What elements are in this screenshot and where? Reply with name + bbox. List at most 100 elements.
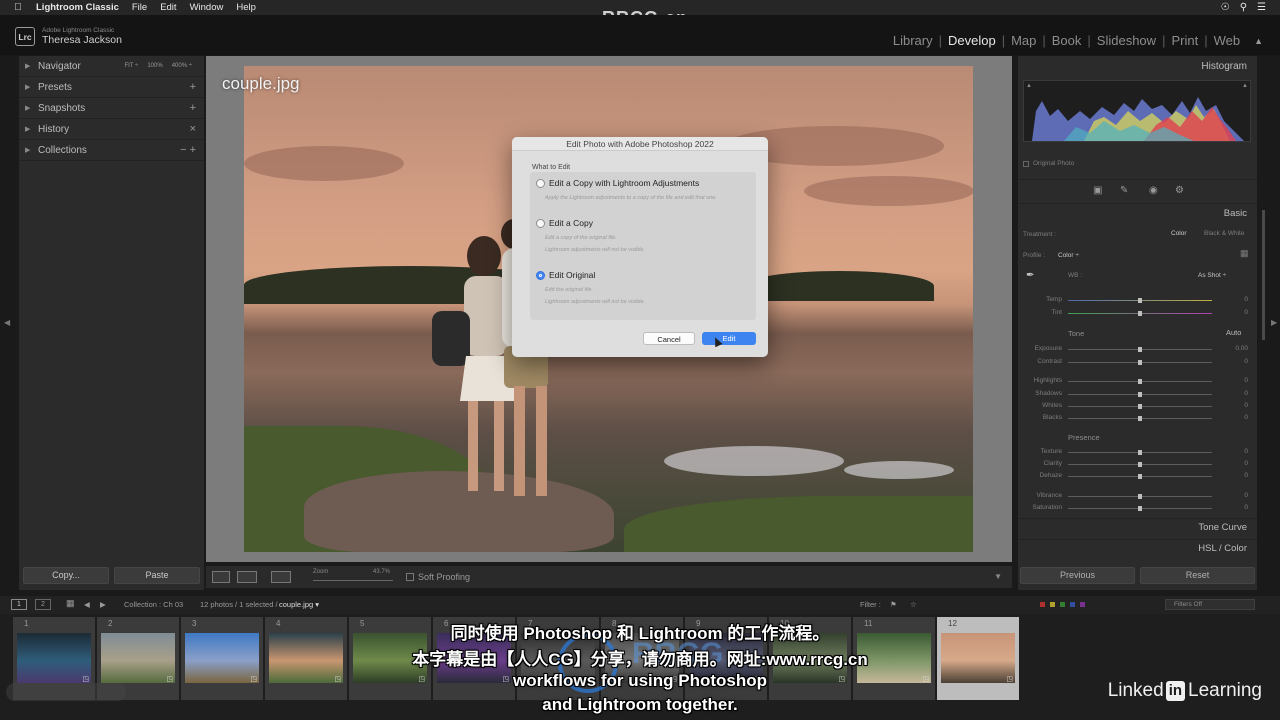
slider-knob[interactable]: [1138, 404, 1142, 409]
treatment-bw[interactable]: Black & White: [1204, 230, 1244, 237]
slider-value[interactable]: 0: [1218, 448, 1248, 455]
crop-tool-icon[interactable]: ▣: [1093, 185, 1102, 196]
purple-label-filter[interactable]: [1080, 602, 1085, 607]
red-label-filter[interactable]: [1040, 602, 1045, 607]
menu-file[interactable]: File: [132, 2, 147, 13]
back-arrow-icon[interactable]: ◀: [84, 600, 90, 609]
radio-unchecked-icon[interactable]: [536, 178, 545, 188]
before-after-lr-icon[interactable]: [237, 571, 257, 583]
flag-filter-icon[interactable]: ⚑: [890, 600, 897, 609]
original-photo-checkbox[interactable]: [1023, 161, 1029, 167]
nav-fit[interactable]: FIT ÷: [124, 63, 138, 69]
module-map[interactable]: Map: [1005, 33, 1042, 48]
treatment-color[interactable]: Color: [1171, 230, 1187, 237]
highlight-clip-icon[interactable]: ▲: [1242, 83, 1248, 89]
option-edit-original[interactable]: Edit Original: [536, 270, 595, 280]
clear-history-button[interactable]: ×: [190, 123, 196, 135]
slider-knob[interactable]: [1138, 450, 1142, 455]
forward-arrow-icon[interactable]: ▶: [100, 600, 106, 609]
copy-button[interactable]: Copy...: [23, 567, 109, 584]
profile-dropdown[interactable]: Color ÷: [1058, 252, 1079, 259]
nav-400[interactable]: 400% ÷: [172, 63, 192, 69]
edit-button[interactable]: Edit: [702, 332, 756, 345]
app-menu[interactable]: Lightroom Classic: [36, 2, 119, 13]
yellow-label-filter[interactable]: [1050, 602, 1055, 607]
right-panel-scrollbar[interactable]: [1262, 210, 1265, 340]
cancel-button[interactable]: Cancel: [643, 332, 695, 345]
module-library[interactable]: Library: [887, 33, 939, 48]
slider-knob[interactable]: [1138, 298, 1142, 303]
panel-presets[interactable]: ▶ Presets +: [19, 77, 204, 98]
paste-button[interactable]: Paste: [114, 567, 200, 584]
slider-knob[interactable]: [1138, 392, 1142, 397]
module-book[interactable]: Book: [1046, 33, 1088, 48]
red-eye-icon[interactable]: ◉: [1149, 185, 1158, 196]
option-edit-copy-with-adjustments[interactable]: Edit a Copy with Lightroom Adjustments: [536, 178, 699, 188]
slider-value[interactable]: 0: [1218, 472, 1248, 479]
slider-value[interactable]: 0: [1218, 390, 1248, 397]
masking-icon[interactable]: ⚙: [1175, 185, 1184, 196]
slider-value[interactable]: 0: [1218, 414, 1248, 421]
collection-source[interactable]: Collection : Ch 03: [124, 600, 183, 609]
filters-dropdown[interactable]: Filters Off: [1165, 599, 1255, 610]
add-preset-button[interactable]: +: [190, 81, 196, 93]
apple-icon[interactable]: : [12, 2, 24, 13]
slider-knob[interactable]: [1138, 347, 1142, 352]
spotlight-search-icon[interactable]: ⚲: [1240, 2, 1247, 13]
slider-value[interactable]: 0: [1218, 377, 1248, 384]
nav-100[interactable]: 100%: [147, 63, 162, 69]
basic-title[interactable]: Basic: [1224, 208, 1247, 219]
right-panel-toggle-icon[interactable]: ▶: [1271, 318, 1277, 327]
shadow-clip-icon[interactable]: ▲: [1026, 83, 1032, 89]
slider-value[interactable]: 0: [1218, 358, 1248, 365]
slider-value[interactable]: 0: [1218, 460, 1248, 467]
main-window-button[interactable]: 1: [11, 599, 27, 610]
soft-proofing-checkbox[interactable]: [406, 573, 414, 581]
slider-knob[interactable]: [1138, 311, 1142, 316]
slider-knob[interactable]: [1138, 416, 1142, 421]
tone-curve-title[interactable]: Tone Curve: [1198, 522, 1247, 533]
hsl-color-title[interactable]: HSL / Color: [1198, 543, 1247, 554]
menu-edit[interactable]: Edit: [160, 2, 176, 13]
panel-history[interactable]: ▶ History ×: [19, 119, 204, 140]
collection-add-remove-buttons[interactable]: − +: [180, 144, 196, 156]
wb-dropdown[interactable]: As Shot ÷: [1198, 272, 1226, 279]
white-balance-picker-icon[interactable]: ✒: [1026, 270, 1034, 281]
slider-value[interactable]: 0.00: [1218, 345, 1248, 352]
tone-auto-button[interactable]: Auto: [1226, 328, 1241, 337]
zoom-slider[interactable]: [313, 580, 393, 581]
spot-removal-icon[interactable]: ✎: [1120, 185, 1128, 196]
menu-window[interactable]: Window: [190, 2, 224, 13]
slider-value[interactable]: 0: [1218, 296, 1248, 303]
creative-cloud-icon[interactable]: ☉: [1221, 2, 1230, 13]
module-develop[interactable]: Develop: [942, 33, 1002, 48]
slider-value[interactable]: 0: [1218, 402, 1248, 409]
radio-checked-icon[interactable]: [536, 270, 545, 280]
panel-collections[interactable]: ▶ Collections − +: [19, 140, 204, 161]
rating-filter-icon[interactable]: ☆: [910, 600, 917, 609]
control-center-icon[interactable]: ☰: [1257, 2, 1266, 13]
option-edit-copy[interactable]: Edit a Copy: [536, 218, 593, 228]
left-panel-toggle-icon[interactable]: ◀: [4, 318, 10, 327]
slider-value[interactable]: 0: [1218, 492, 1248, 499]
slider-value[interactable]: 0: [1218, 309, 1248, 316]
panel-navigator[interactable]: ▶ Navigator FIT ÷ 100% 400% ÷: [19, 56, 204, 77]
menu-help[interactable]: Help: [236, 2, 256, 13]
green-label-filter[interactable]: [1060, 602, 1065, 607]
profile-browser-icon[interactable]: ▦: [1240, 248, 1249, 259]
previous-button[interactable]: Previous: [1020, 567, 1135, 584]
selected-file-name[interactable]: couple.jpg ▾: [279, 600, 319, 609]
module-slideshow[interactable]: Slideshow: [1091, 33, 1162, 48]
secondary-window-button[interactable]: 2: [35, 599, 51, 610]
slider-knob[interactable]: [1138, 462, 1142, 467]
slider-value[interactable]: 0: [1218, 504, 1248, 511]
collapse-triangle-icon[interactable]: ▲: [1254, 36, 1263, 46]
toolbar-menu-chevron-icon[interactable]: ▼: [994, 572, 1002, 581]
loupe-view-icon[interactable]: [212, 571, 230, 583]
slider-knob[interactable]: [1138, 494, 1142, 499]
panel-snapshots[interactable]: ▶ Snapshots +: [19, 98, 204, 119]
grid-view-icon[interactable]: ▦: [66, 598, 75, 609]
before-after-yy-icon[interactable]: [271, 571, 291, 583]
histogram-title[interactable]: Histogram: [1201, 61, 1247, 72]
blue-label-filter[interactable]: [1070, 602, 1075, 607]
